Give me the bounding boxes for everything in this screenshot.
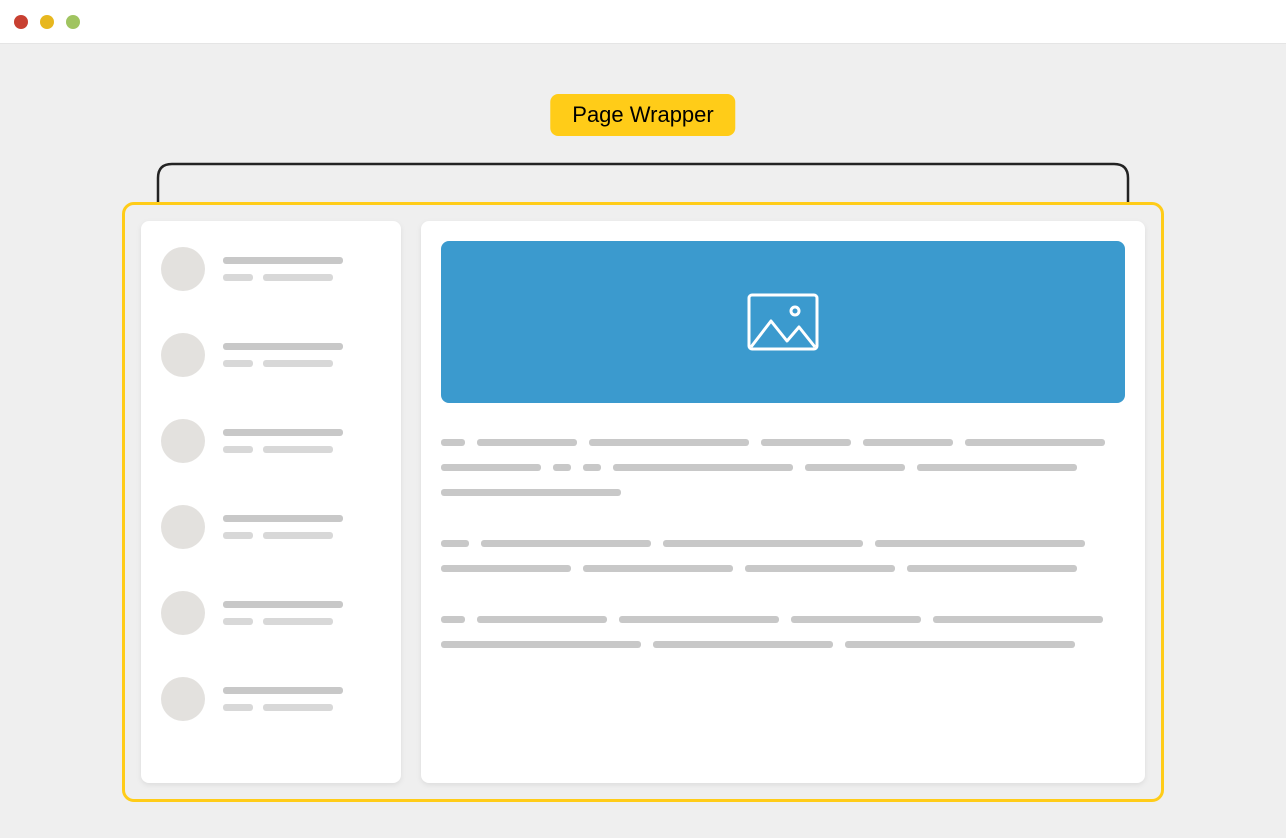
paragraph-placeholder bbox=[441, 616, 1125, 648]
diagram-canvas: Page Wrapper bbox=[0, 44, 1286, 838]
text-placeholder bbox=[223, 257, 343, 281]
list-item bbox=[161, 505, 381, 549]
list-item bbox=[161, 677, 381, 721]
avatar-placeholder bbox=[161, 333, 205, 377]
avatar-placeholder bbox=[161, 419, 205, 463]
list-item bbox=[161, 247, 381, 291]
window-close-dot[interactable] bbox=[14, 15, 28, 29]
window-chrome bbox=[0, 0, 1286, 44]
window-minimize-dot[interactable] bbox=[40, 15, 54, 29]
paragraph-placeholder bbox=[441, 439, 1125, 496]
page-wrapper bbox=[122, 202, 1164, 802]
list-item bbox=[161, 591, 381, 635]
paragraph-placeholder bbox=[441, 540, 1125, 572]
image-icon bbox=[747, 293, 819, 351]
text-placeholder bbox=[223, 687, 343, 711]
text-placeholder bbox=[223, 601, 343, 625]
page-wrapper-label: Page Wrapper bbox=[550, 94, 735, 136]
avatar-placeholder bbox=[161, 677, 205, 721]
text-placeholder bbox=[223, 429, 343, 453]
list-item bbox=[161, 333, 381, 377]
list-item bbox=[161, 419, 381, 463]
text-placeholder bbox=[223, 343, 343, 367]
hero-image-placeholder bbox=[441, 241, 1125, 403]
window-zoom-dot[interactable] bbox=[66, 15, 80, 29]
text-placeholder bbox=[223, 515, 343, 539]
avatar-placeholder bbox=[161, 591, 205, 635]
sidebar-panel bbox=[141, 221, 401, 783]
avatar-placeholder bbox=[161, 505, 205, 549]
main-content-panel bbox=[421, 221, 1145, 783]
avatar-placeholder bbox=[161, 247, 205, 291]
